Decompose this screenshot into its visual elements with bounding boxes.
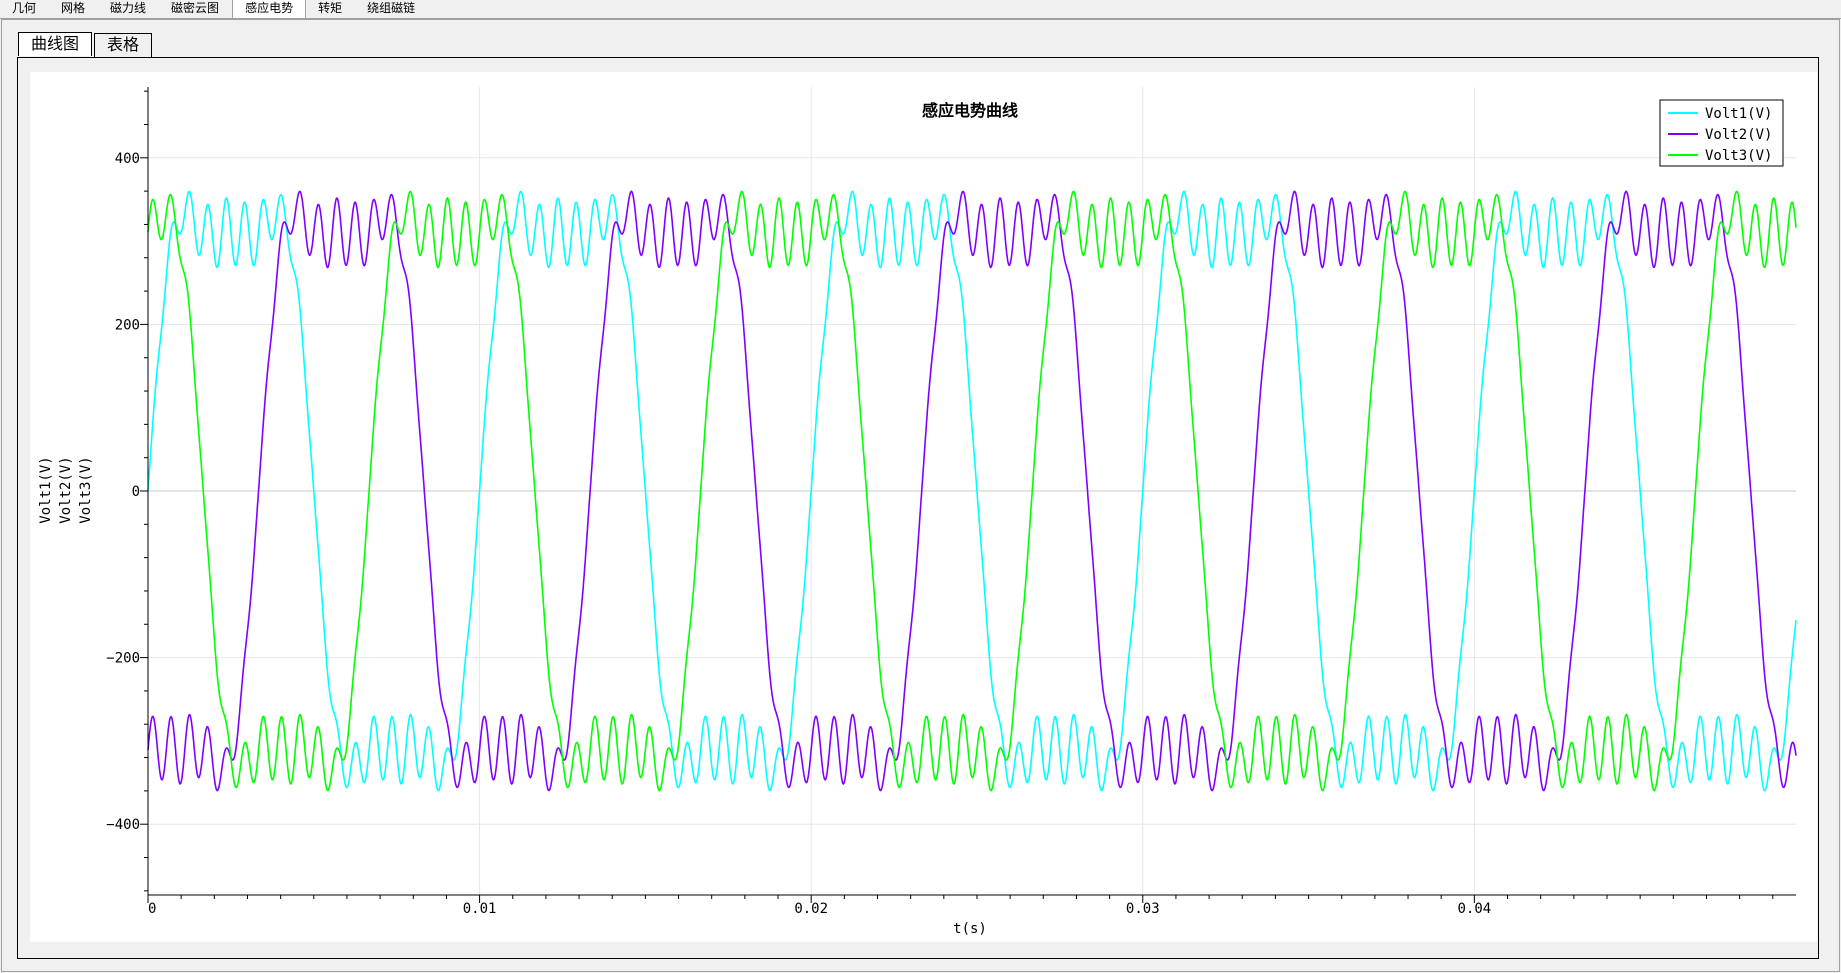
legend-label-3: Volt3(V) xyxy=(1705,148,1772,164)
legend-label-2: Volt2(V) xyxy=(1705,127,1772,143)
y-tick-label: −200 xyxy=(106,651,140,667)
x-tick-label: 0.02 xyxy=(794,901,828,917)
x-tick-label: 0.01 xyxy=(463,901,497,917)
chart-title: 感应电势曲线 xyxy=(922,101,1018,120)
emf-chart: 0 0.01 0.02 0.03 0.04 −400 −200 0 200 400 感应电势曲线 t(… xyxy=(38,87,1797,937)
y-tick-label: 200 xyxy=(115,317,140,333)
y-axis-label-3: Volt3(V) xyxy=(78,456,94,523)
y-axis-label-1: Volt1(V) xyxy=(38,456,54,523)
x-tick-label: 0.04 xyxy=(1457,901,1491,917)
y-tick-label: 0 xyxy=(132,484,140,500)
legend-label-1: Volt1(V) xyxy=(1705,106,1772,122)
y-axis-label-2: Volt2(V) xyxy=(58,456,74,523)
y-tick-label: −400 xyxy=(106,817,140,833)
x-tick-label: 0 xyxy=(148,901,156,917)
x-axis-label: t(s) xyxy=(953,921,987,937)
x-tick-label: 0.03 xyxy=(1126,901,1160,917)
y-tick-label: 400 xyxy=(115,151,140,167)
